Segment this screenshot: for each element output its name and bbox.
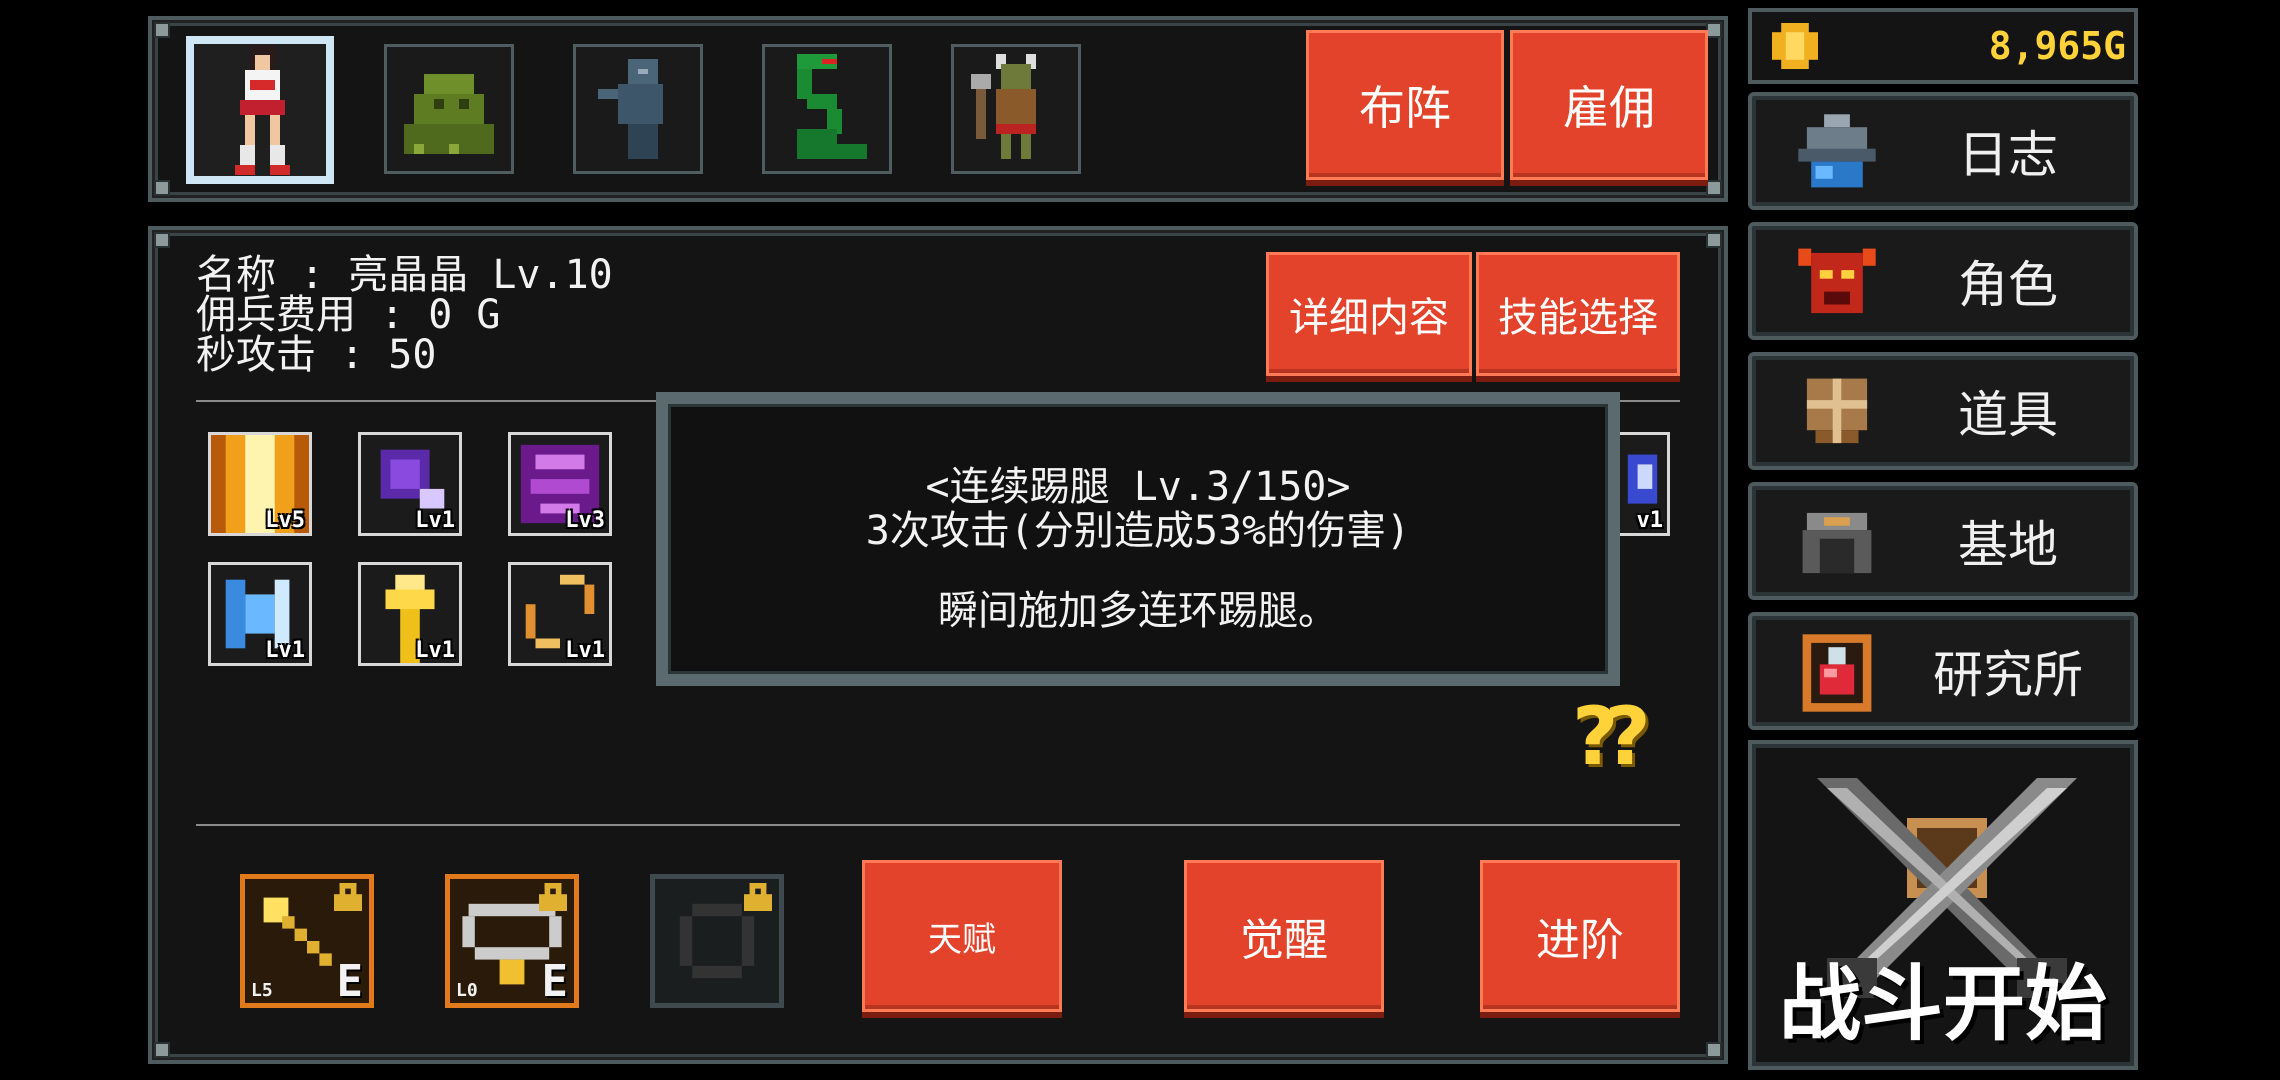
shield-icon bbox=[1806, 378, 1868, 444]
skill-level: v1 bbox=[1636, 508, 1664, 533]
base-gate-icon bbox=[1802, 512, 1872, 574]
skill-select-button[interactable]: 技能选择 bbox=[1476, 252, 1680, 376]
gold-bar: 8,965G bbox=[1748, 8, 2138, 84]
formation-button[interactable]: 布阵 bbox=[1306, 30, 1504, 180]
goblin-axe-icon bbox=[971, 54, 1036, 159]
skill-level: Lv5 bbox=[265, 508, 305, 533]
rivet bbox=[1706, 1042, 1722, 1058]
equipment-level: L5 bbox=[251, 980, 273, 1001]
skill-level: Lv1 bbox=[415, 638, 455, 663]
skill-level: Lv1 bbox=[415, 508, 455, 533]
sidebar-item-base[interactable]: 基地 bbox=[1748, 482, 2138, 600]
character-slot-3[interactable] bbox=[573, 44, 703, 174]
sidebar-item-label: 日志 bbox=[1958, 126, 2058, 184]
tooltip-effect: 3次攻击(分别造成53%的伤害) bbox=[865, 508, 1411, 554]
gold-amount: 8,965G bbox=[1988, 24, 2126, 68]
character-slot-1[interactable] bbox=[186, 36, 334, 184]
equipment-grade: E bbox=[541, 956, 569, 1007]
battle-start-button[interactable]: 战斗开始 bbox=[1748, 740, 2138, 1070]
hire-cost-line: 佣兵费用 : 0 G bbox=[196, 292, 501, 338]
rivet bbox=[154, 180, 170, 196]
skill-tooltip: <连续踢腿 Lv.3/150> 3次攻击(分别造成53%的伤害) 瞬间施加多连环… bbox=[656, 392, 1620, 686]
equipment-slot-necklace[interactable]: L0 E bbox=[445, 874, 579, 1008]
talent-button[interactable]: 天赋 bbox=[862, 860, 1062, 1012]
tooltip-description: 瞬间施加多连环踢腿。 bbox=[938, 588, 1338, 634]
rivet bbox=[154, 1042, 170, 1058]
green-serpent-icon bbox=[797, 54, 867, 159]
awaken-button[interactable]: 觉醒 bbox=[1184, 860, 1384, 1012]
skill-slot[interactable]: Lv1 bbox=[508, 562, 612, 666]
battle-start-label: 战斗开始 bbox=[1778, 957, 2107, 1052]
green-slime-icon bbox=[404, 74, 494, 154]
skill-level: Lv1 bbox=[565, 638, 605, 663]
journal-helmet-icon bbox=[1798, 114, 1876, 188]
character-slot-2[interactable] bbox=[384, 44, 514, 174]
character-slot-5[interactable] bbox=[951, 44, 1081, 174]
rivet bbox=[154, 232, 170, 248]
sidebar-item-label: 基地 bbox=[1958, 516, 2058, 574]
skill-level: Lv1 bbox=[265, 638, 305, 663]
sidebar-item-character[interactable]: 角色 bbox=[1748, 222, 2138, 340]
sidebar-item-lab[interactable]: 研究所 bbox=[1748, 612, 2138, 730]
advance-button[interactable]: 进阶 bbox=[1480, 860, 1680, 1012]
sidebar-item-label: 道具 bbox=[1958, 386, 2058, 444]
rivet bbox=[1706, 232, 1722, 248]
character-name-line: 名称 : 亮晶晶 Lv.10 bbox=[196, 252, 613, 298]
sidebar-item-label: 角色 bbox=[1958, 256, 2058, 314]
rivet bbox=[1706, 180, 1722, 196]
character-slot-4[interactable] bbox=[762, 44, 892, 174]
divider bbox=[196, 824, 1680, 826]
skill-slot[interactable]: Lv5 bbox=[208, 432, 312, 536]
rivet bbox=[154, 22, 170, 38]
skill-slot[interactable]: Lv1 bbox=[358, 562, 462, 666]
hooded-ghost-icon bbox=[598, 59, 663, 159]
attack-per-second-line: 秒攻击 : 50 bbox=[196, 332, 437, 378]
rivet bbox=[1706, 22, 1722, 38]
hire-button[interactable]: 雇佣 bbox=[1510, 30, 1708, 180]
skill-level: Lv3 bbox=[565, 508, 605, 533]
lock-icon bbox=[334, 883, 362, 911]
skill-slot[interactable]: Lv1 bbox=[358, 432, 462, 536]
skill-slot[interactable]: Lv1 bbox=[208, 562, 312, 666]
lock-icon bbox=[744, 883, 772, 911]
potion-flask-icon bbox=[1802, 634, 1872, 712]
girl-fighter-icon bbox=[235, 45, 290, 175]
equipment-slot-weapon[interactable]: L5 E bbox=[240, 874, 374, 1008]
details-button[interactable]: 详细内容 bbox=[1266, 252, 1472, 376]
equipment-grade: E bbox=[336, 956, 364, 1007]
lock-icon bbox=[539, 883, 567, 911]
sidebar-item-journal[interactable]: 日志 bbox=[1748, 92, 2138, 210]
equipment-level: L0 bbox=[456, 980, 478, 1001]
sidebar-item-items[interactable]: 道具 bbox=[1748, 352, 2138, 470]
sidebar-item-label: 研究所 bbox=[1933, 646, 2083, 704]
gold-coin-icon bbox=[1772, 23, 1818, 69]
equipment-slot-ring[interactable] bbox=[650, 874, 784, 1008]
demon-mask-icon bbox=[1798, 248, 1876, 314]
skill-slot[interactable]: Lv3 bbox=[508, 432, 612, 536]
help-button[interactable]: ?? bbox=[1572, 690, 1651, 783]
